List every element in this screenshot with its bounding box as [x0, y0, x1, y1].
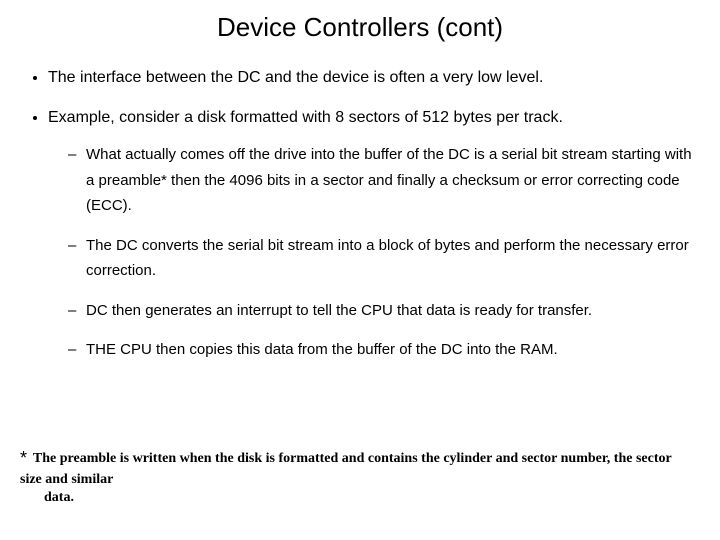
slide-title: Device Controllers (cont) [20, 12, 700, 43]
sub-bullet-3: DC then generates an interrupt to tell t… [72, 298, 700, 324]
footnote: * The preamble is written when the disk … [20, 448, 690, 506]
sub-bullet-4: THE CPU then copies this data from the b… [72, 337, 700, 363]
footnote-text-line2: data. [44, 490, 690, 506]
bullet-item-2-text: Example, consider a disk formatted with … [48, 109, 563, 126]
bullet-list: The interface between the DC and the dev… [20, 65, 700, 363]
bullet-item-2: Example, consider a disk formatted with … [48, 105, 700, 363]
footnote-text-line1: The preamble is written when the disk is… [20, 451, 671, 487]
footnote-star-icon: * [20, 448, 27, 469]
sub-bullet-1: What actually comes off the drive into t… [72, 142, 700, 219]
sub-bullet-2: The DC converts the serial bit stream in… [72, 233, 700, 284]
slide: Device Controllers (cont) The interface … [0, 0, 720, 540]
sub-bullet-list: What actually comes off the drive into t… [48, 142, 700, 363]
bullet-item-1: The interface between the DC and the dev… [48, 65, 700, 91]
